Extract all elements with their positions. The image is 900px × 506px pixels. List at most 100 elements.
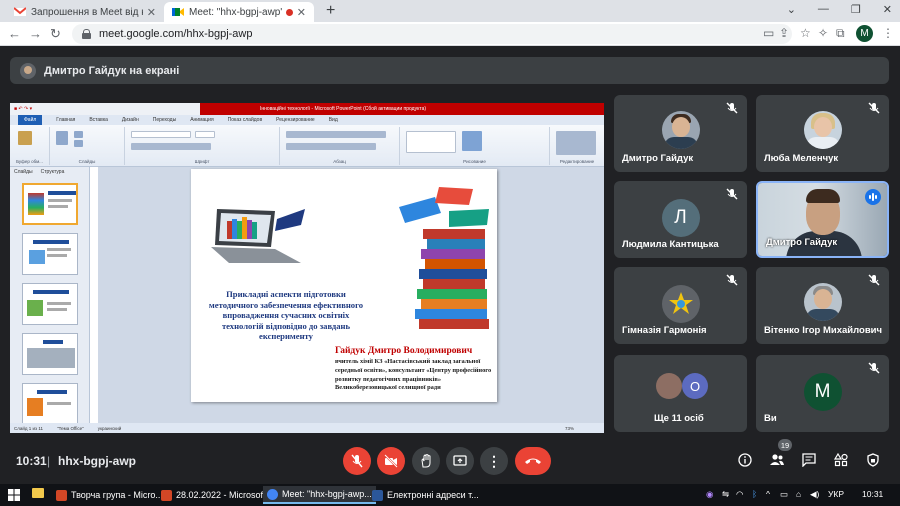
minimize-icon[interactable]: — [818,3,829,16]
chrome-icon [267,488,278,500]
ppt-tab-file[interactable]: Файл [18,115,43,125]
ppt-tab-home[interactable]: Главная [56,117,75,123]
collapse-tabs-icon[interactable]: ⌄ [787,3,796,16]
zoom-level[interactable]: 73% [565,426,574,431]
ppt-tab-transitions[interactable]: Переходы [153,117,176,123]
extension-icon[interactable]: ✧ [818,26,828,40]
browser-menu-icon[interactable]: ⋮ [882,26,894,40]
ppt-tab-animation[interactable]: Анимация [190,117,213,123]
align-icons[interactable] [286,143,376,150]
slide-thumbnail[interactable] [22,333,78,375]
participant-tile[interactable]: Люба Меленчук [756,95,889,172]
powerpoint-icon [56,489,67,501]
self-tile[interactable]: M Ви [756,355,889,432]
chat-button[interactable] [800,451,818,469]
paragraph-icons[interactable] [286,131,386,138]
ppt-tab-view[interactable]: Вид [329,117,338,123]
share-icon[interactable]: ⇪ [779,26,789,40]
keyboard-language[interactable]: УКР [828,489,844,499]
taskbar-item[interactable]: Електронні адреси т... [368,486,483,504]
headset-icon[interactable]: ◠ [736,489,743,500]
participant-video-tile[interactable]: Дмитро Гайдук [756,181,889,258]
participant-name: Людмила Кантицька [622,239,719,250]
puzzle-icon[interactable]: ⧉ [836,26,845,41]
new-slide-icon[interactable] [56,131,68,145]
taskbar-item[interactable]: Творча група - Micro... [52,486,167,504]
bluetooth-icon[interactable]: ᛒ [752,489,757,499]
shapes-gallery[interactable] [406,131,456,153]
word-icon [372,489,383,501]
present-screen-button[interactable] [446,447,474,475]
ppt-tab-insert[interactable]: Вставка [89,117,108,123]
participant-tile[interactable]: Вітенко Ігор Михайлович [756,267,889,344]
slide-thumbnail[interactable] [22,383,78,425]
tab-invite[interactable]: Запрошення в Meet від корист... ✕ [6,2,164,22]
panel-tab-outline[interactable]: Структура [41,169,65,175]
bookmark-star-icon[interactable]: ☆ [800,26,811,40]
panel-tab-slides[interactable]: Слайды [14,169,33,175]
windows-taskbar: Творча група - Micro... 28.02.2022 - Mic… [0,484,900,506]
mic-off-icon [726,188,738,200]
ppt-tab-review[interactable]: Рецензирование [276,117,315,123]
font-format-icons[interactable] [131,143,211,150]
back-icon[interactable]: ← [8,26,21,41]
presenter-avatar [20,62,36,79]
battery-icon[interactable]: ▭ [780,489,788,500]
show-hidden-icons[interactable]: ^ [766,489,770,499]
leave-call-button[interactable] [515,447,551,475]
find-replace-icons[interactable] [556,131,596,155]
taskbar-item[interactable]: 28.02.2022 - Microsof... [157,486,275,504]
laptop-books-illustration [211,209,305,263]
slide-thumbnail[interactable] [22,283,78,325]
people-button[interactable] [768,451,786,469]
slide-thumbnail[interactable] [22,233,78,275]
slide-editing-area: Прикладні аспекти підготовки методичного… [98,167,604,423]
close-tab-icon[interactable]: ✕ [147,6,156,19]
reset-icon[interactable] [74,140,83,147]
paste-icon[interactable] [18,131,32,145]
ppt-tab-design[interactable]: Дизайн [122,117,139,123]
usb-icon[interactable]: ⇋ [722,489,729,500]
close-window-icon[interactable]: ✕ [883,3,892,16]
toggle-mic-button[interactable] [343,447,371,475]
windows-start-icon[interactable] [8,489,20,501]
camera-permission-icon[interactable]: ▭ [763,26,774,40]
new-tab-icon[interactable]: + [326,2,335,20]
viber-icon[interactable]: ◉ [706,489,713,500]
reload-icon[interactable]: ↻ [50,26,61,42]
more-options-button[interactable]: ⋮ [480,447,508,475]
raise-hand-button[interactable] [412,447,440,475]
more-participants-tile[interactable]: О Ще 11 осіб [614,355,747,432]
file-explorer-icon[interactable] [32,488,44,498]
slide-thumbnail[interactable] [22,183,78,225]
system-clock[interactable]: 10:31 [862,489,883,499]
participant-tile[interactable]: Дмитро Гайдук [614,95,747,172]
activities-button[interactable] [832,451,850,469]
participant-letter-avatar: Л [661,199,700,237]
forward-icon[interactable]: → [29,26,42,41]
toggle-camera-button[interactable] [377,447,405,475]
mic-off-icon [726,274,738,286]
gmail-icon [14,7,26,16]
ppt-tab-slideshow[interactable]: Показ слайдов [228,117,262,123]
maximize-icon[interactable]: ❐ [851,3,861,16]
network-icon[interactable]: ⌂ [796,489,801,499]
address-bar[interactable]: meet.google.com/hhx-bgpj-awp [72,24,792,44]
close-tab-icon[interactable]: ✕ [297,6,306,19]
participant-tile[interactable]: Л Людмила Кантицька [614,181,747,258]
camera-off-icon [384,454,398,468]
participant-photo [656,373,682,399]
profile-avatar[interactable]: M [856,25,873,42]
tab-meet[interactable]: Meet: "hhx-bgpj-awp" ✕ [164,2,314,22]
meeting-details-button[interactable] [736,451,754,469]
taskbar-item[interactable]: Meet: "hhx-bgpj-awp... [263,486,376,504]
quick-styles-icon[interactable] [462,131,482,151]
host-controls-button[interactable] [864,451,882,469]
layout-icon[interactable] [74,131,83,138]
font-size-select[interactable] [195,131,215,138]
font-name-select[interactable] [131,131,191,138]
present-icon [453,455,467,466]
participant-tile[interactable]: Гімназія Гармонія [614,267,747,344]
mic-off-icon [868,274,880,286]
volume-icon[interactable]: ◀) [810,489,819,500]
